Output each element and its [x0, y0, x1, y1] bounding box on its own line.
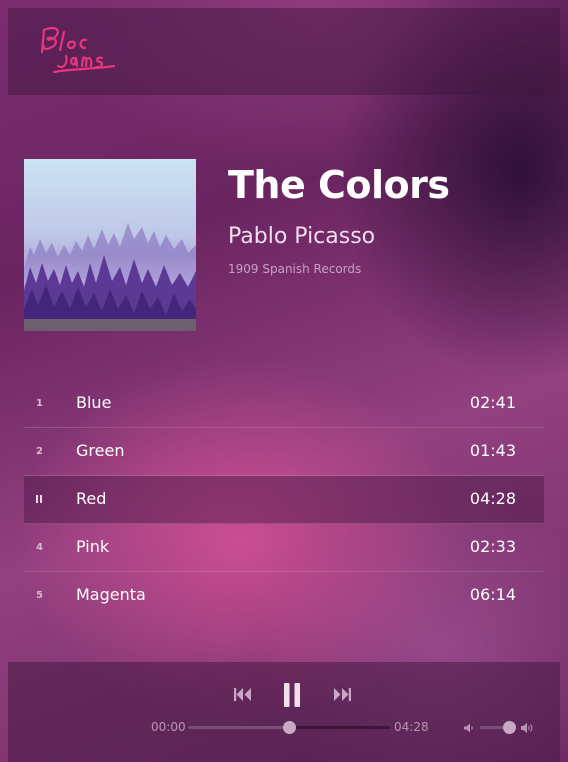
track-title: Green	[76, 441, 125, 460]
track-title: Pink	[76, 537, 110, 556]
total-time: 04:28	[394, 720, 429, 734]
track-row[interactable]: 5 Magenta 06:14	[24, 572, 544, 619]
album-release-info: 1909 Spanish Records	[228, 262, 362, 276]
volume-high-icon[interactable]	[521, 722, 535, 734]
pause-icon[interactable]	[282, 683, 302, 707]
volume-low-icon[interactable]	[464, 723, 474, 733]
seek-bar-thumb[interactable]	[283, 721, 296, 734]
album-artist: Pablo Picasso	[228, 224, 376, 249]
track-duration: 01:43	[469, 441, 516, 460]
track-title: Blue	[76, 393, 112, 412]
track-number[interactable]: 4	[36, 542, 43, 553]
track-list: 1 Blue 02:41 2 Green 01:43 Red 04:28 4 P…	[24, 380, 544, 619]
player-bar: 00:00 04:28	[8, 662, 560, 762]
bloc-jams-logo[interactable]	[38, 22, 118, 82]
album-title: The Colors	[228, 163, 450, 207]
track-duration: 02:33	[469, 537, 516, 556]
pause-icon[interactable]	[36, 495, 43, 503]
track-row[interactable]: 2 Green 01:43	[24, 428, 544, 476]
seek-bar[interactable]	[188, 721, 390, 734]
next-track-icon[interactable]	[333, 688, 351, 701]
track-number[interactable]: 2	[36, 446, 43, 457]
track-title: Red	[76, 489, 107, 508]
volume-slider[interactable]	[480, 721, 516, 734]
foggy-forest-album-art	[24, 159, 196, 331]
track-row[interactable]: 1 Blue 02:41	[24, 380, 544, 428]
track-row[interactable]: 4 Pink 02:33	[24, 524, 544, 572]
header-bar	[8, 8, 560, 95]
album-cover-art	[24, 159, 196, 331]
current-time: 00:00	[151, 720, 186, 734]
track-row-playing[interactable]: Red 04:28	[24, 476, 544, 524]
track-number[interactable]: 5	[36, 590, 43, 601]
track-title: Magenta	[76, 585, 146, 604]
track-duration: 06:14	[469, 585, 516, 604]
track-duration: 02:41	[469, 393, 516, 412]
track-duration: 04:28	[469, 489, 516, 508]
track-number[interactable]: 1	[36, 398, 43, 409]
previous-track-icon[interactable]	[234, 688, 252, 701]
seek-bar-fill	[188, 726, 289, 729]
volume-slider-thumb[interactable]	[502, 721, 516, 734]
